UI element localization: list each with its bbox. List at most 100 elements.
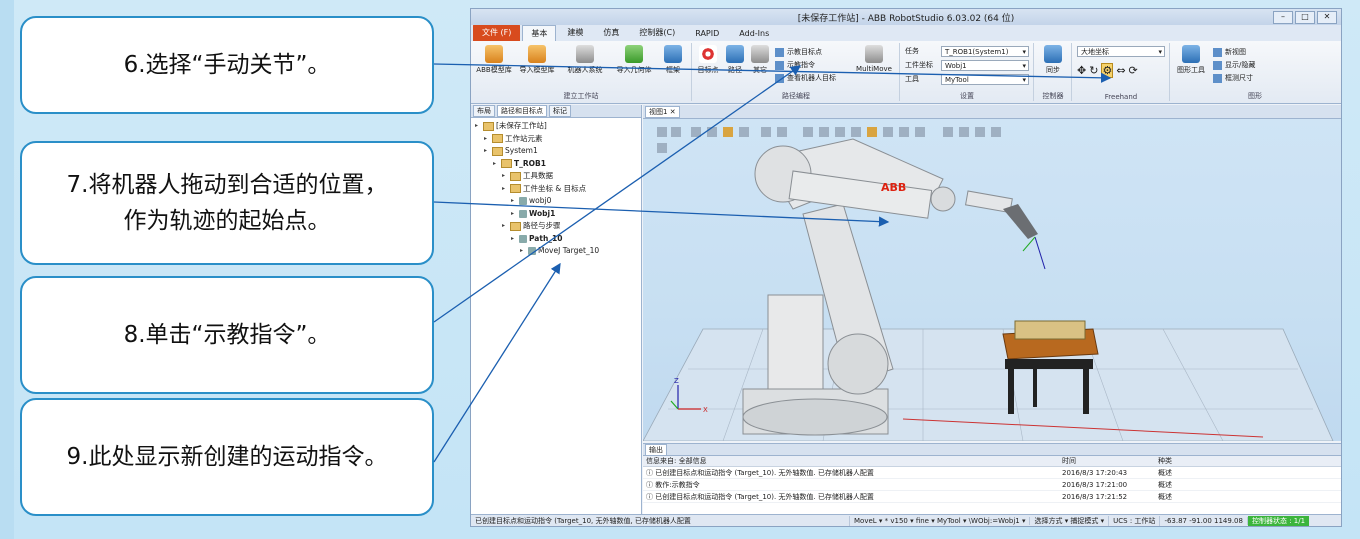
expand-icon[interactable]: ▸	[475, 120, 481, 133]
sync-button[interactable]: 同步	[1039, 45, 1067, 75]
group-freehand: 大地坐标 ✥ ↻ ⚙ ⇔ ⟳ Freehand	[1073, 43, 1170, 101]
target-node-icon	[519, 209, 527, 218]
callout-step-6: 6.选择“手动关节”。	[20, 16, 434, 114]
expand-icon[interactable]: ▸	[511, 208, 517, 221]
output-row[interactable]: ⓘ 已创建目标点和运动指令 (Target_10). 无外轴数值. 已存储机器人…	[643, 467, 1341, 479]
rotate-icon[interactable]: ↻	[1089, 64, 1098, 77]
expand-icon[interactable]: ▸	[484, 133, 490, 146]
info-icon: ⓘ	[646, 492, 656, 501]
tree-node-label: [未保存工作站]	[496, 121, 547, 130]
tree-node[interactable]: ▸ 工作站元素	[475, 133, 637, 146]
new-view-button[interactable]: 新视图	[1213, 47, 1246, 57]
tree-node[interactable]: ▸ MoveJ Target_10	[475, 245, 637, 258]
wobj-label: 工件坐标	[905, 61, 933, 69]
teach-instruction-icon	[775, 60, 784, 70]
multimove-button[interactable]: MultiMove	[853, 45, 895, 73]
folder-icon	[483, 121, 494, 131]
tree-node[interactable]: ▸ Path_10	[475, 233, 637, 246]
expand-icon[interactable]: ▸	[502, 220, 508, 233]
callout-step-8: 8.单击“示教指令”。	[20, 276, 434, 394]
coordinate-system-select[interactable]: 大地坐标	[1077, 46, 1165, 58]
expand-icon[interactable]: ▸	[493, 158, 499, 171]
instruction-settings[interactable]: MoveL ▾ * v150 ▾ fine ▾ MyTool ▾ \WObj:=…	[850, 516, 1031, 525]
show-hide-icon	[1213, 60, 1222, 70]
multimove-icon	[865, 45, 883, 63]
tab-output[interactable]: 输出	[645, 443, 667, 456]
ribbon-tabs: 文件 (F) 基本 建模 仿真 控制器(C) RAPID Add-Ins	[471, 24, 1341, 41]
robot-system-icon	[576, 45, 594, 63]
other-button[interactable]: 其它	[749, 45, 771, 75]
tab-simulation[interactable]: 仿真	[594, 24, 628, 41]
3d-viewport[interactable]: ABB Z X	[643, 119, 1341, 441]
graphics-tools-button[interactable]: 图形工具	[1173, 45, 1209, 75]
tree-node[interactable]: ▸ System1	[475, 145, 637, 158]
freehand-tools: ✥ ↻ ⚙ ⇔ ⟳	[1077, 63, 1138, 78]
tree-node[interactable]: ▸ [未保存工作站]	[475, 120, 637, 133]
maximize-button[interactable]: □	[1295, 11, 1315, 24]
status-message: 已创建目标点和运动指令 (Target_10, 无外轴数值, 已存储机器人配置	[471, 515, 850, 526]
folder-icon	[510, 184, 521, 194]
jog-linear-icon[interactable]: ⇔	[1116, 64, 1125, 77]
teach-target-button[interactable]: 示教目标点	[775, 47, 822, 57]
tree-node[interactable]: ▸ 工件坐标 & 目标点	[475, 183, 637, 196]
output-filter[interactable]: 信息来自: 全部信息	[643, 456, 1062, 466]
tree-node-label: Path_10	[529, 233, 563, 243]
tree-node-label: 工作站元素	[505, 133, 543, 143]
tab-modeling[interactable]: 建模	[558, 24, 592, 41]
tool-select[interactable]: MyTool	[941, 74, 1029, 86]
measure-button[interactable]: 框测尺寸	[1213, 73, 1253, 83]
axis-z-label: Z	[674, 377, 679, 385]
tab-tags[interactable]: 标记	[549, 105, 571, 117]
view-robot-target-button[interactable]: 查看机器人目标	[775, 73, 836, 83]
path-icon	[726, 45, 744, 63]
close-button[interactable]: ✕	[1317, 11, 1337, 24]
tree-node[interactable]: ▸ Wobj1	[475, 208, 637, 221]
tab-layout[interactable]: 布局	[473, 105, 495, 117]
tab-addins[interactable]: Add-Ins	[730, 26, 778, 41]
tree-node[interactable]: ▸ 路径与步骤	[475, 220, 637, 233]
tab-view1[interactable]: 视图1 ✕	[645, 105, 680, 118]
import-geometry-button[interactable]: 导入几何体	[613, 45, 655, 75]
task-select[interactable]: T_ROB1(System1)	[941, 46, 1029, 58]
tree-node[interactable]: ▸ wobj0	[475, 195, 637, 208]
output-col-time: 时间	[1062, 457, 1076, 465]
tree-node-label: T_ROB1	[514, 158, 546, 168]
tab-home[interactable]: 基本	[522, 25, 557, 41]
view-target-icon	[775, 73, 784, 83]
tree-node[interactable]: ▸ 工具数据	[475, 170, 637, 183]
show-hide-button[interactable]: 显示/隐藏	[1213, 60, 1255, 70]
tab-paths-targets[interactable]: 路径和目标点	[497, 105, 547, 117]
expand-icon[interactable]: ▸	[511, 195, 517, 208]
minimize-button[interactable]: –	[1273, 11, 1293, 24]
tool-label: 工具	[905, 75, 919, 83]
move-icon[interactable]: ✥	[1077, 64, 1086, 77]
teach-target-icon	[775, 47, 784, 57]
expand-icon[interactable]: ▸	[484, 145, 490, 158]
target-button[interactable]: 目标点	[695, 45, 721, 75]
expand-icon[interactable]: ▸	[502, 183, 508, 196]
station-tree: ▸ [未保存工作站] ▸ 工作站元素 ▸ System1 ▸ T_ROB1 ▸ 工具数据 ▸ 工件坐标…	[471, 118, 641, 260]
expand-icon[interactable]: ▸	[511, 233, 517, 246]
tab-rapid[interactable]: RAPID	[686, 26, 728, 41]
abb-library-button[interactable]: ABB模型库	[475, 45, 513, 75]
status-bar: 已创建目标点和运动指令 (Target_10, 无外轴数值, 已存储机器人配置 …	[471, 514, 1341, 526]
selection-mode[interactable]: 选择方式 ▾ 捕捉模式 ▾	[1030, 515, 1110, 526]
robot-system-button[interactable]: 机器人系统	[563, 45, 607, 75]
expand-icon[interactable]: ▸	[520, 245, 526, 258]
jog-reorient-icon[interactable]: ⟳	[1129, 64, 1138, 77]
import-library-button[interactable]: 导入模型库	[517, 45, 557, 75]
window-controls: – □ ✕	[1273, 11, 1337, 24]
jog-joint-icon[interactable]: ⚙	[1101, 63, 1114, 78]
wobj-select[interactable]: Wobj1	[941, 60, 1029, 72]
output-row[interactable]: ⓘ 教作:示教指令 2016/8/3 17:21:00 概述	[643, 479, 1341, 491]
tree-node[interactable]: ▸ T_ROB1	[475, 158, 637, 171]
path-button[interactable]: 路径	[723, 45, 747, 75]
tab-controller[interactable]: 控制器(C)	[630, 24, 684, 41]
expand-icon[interactable]: ▸	[502, 170, 508, 183]
frame-button[interactable]: 框架	[659, 45, 687, 75]
output-row[interactable]: ⓘ 已创建目标点和运动指令 (Target_10). 无外轴数值. 已存储机器人…	[643, 491, 1341, 503]
tree-node-label: MoveJ Target_10	[538, 246, 600, 255]
teach-instruction-button[interactable]: 示教指令	[775, 60, 815, 70]
view-tabs: 视图1 ✕	[643, 105, 1341, 119]
tab-file[interactable]: 文件 (F)	[473, 24, 521, 41]
